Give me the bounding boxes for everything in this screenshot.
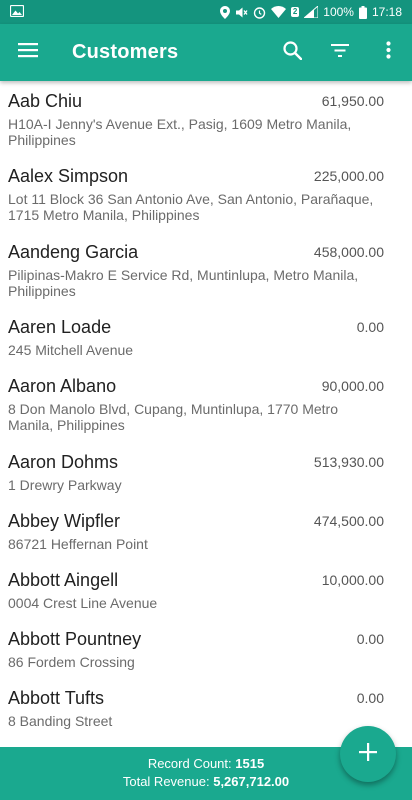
customer-address: 8 Don Manolo Blvd, Cupang, Muntinlupa, 1…: [8, 401, 338, 433]
location-icon: [219, 5, 230, 19]
mute-icon: [235, 6, 248, 19]
customer-amount: 0.00: [356, 631, 384, 647]
customer-amount: 0.00: [356, 690, 384, 706]
customer-address: H10A-I Jenny's Avenue Ext., Pasig, 1609 …: [8, 116, 352, 148]
signal-icon: [304, 6, 319, 18]
customer-name: Abbott Tufts: [8, 688, 105, 708]
menu-icon: [18, 42, 38, 63]
customer-name: Abbott Aingell: [8, 570, 119, 590]
list-item[interactable]: Aalex Simpson 225,000.00 Lot 11 Block 36…: [0, 156, 412, 232]
list-item[interactable]: Aaren Loade 0.00 245 Mitchell Avenue: [0, 307, 412, 366]
app-bar: Customers: [0, 24, 412, 81]
battery-icon: [358, 5, 367, 19]
customer-amount: 10,000.00: [321, 572, 384, 588]
gallery-notification-icon: [9, 4, 25, 20]
list-item[interactable]: Aandeng Garcia 458,000.00 Pilipinas-Makr…: [0, 232, 412, 307]
customer-address: Lot 11 Block 36 San Antonio Ave, San Ant…: [8, 191, 374, 223]
customer-amount: 61,950.00: [321, 93, 384, 109]
list-item[interactable]: Abbott Aingell 10,000.00 0004 Crest Line…: [0, 560, 412, 619]
menu-button[interactable]: [4, 29, 52, 77]
customer-amount: 90,000.00: [321, 378, 384, 394]
customer-list[interactable]: Aab Chiu 61,950.00 H10A-I Jenny's Avenue…: [0, 81, 412, 747]
alarm-icon: [253, 6, 266, 19]
customer-address: 245 Mitchell Avenue: [8, 342, 134, 358]
record-count-label: Record Count:: [147, 756, 232, 771]
overflow-menu-button[interactable]: [364, 29, 412, 77]
customer-address: 1 Drewry Parkway: [8, 477, 122, 493]
list-item[interactable]: Abbey Wipfler 474,500.00 86721 Heffernan…: [0, 501, 412, 560]
customer-address: 0004 Crest Line Avenue: [8, 595, 158, 611]
status-bar: 2 100% 17:18: [0, 0, 412, 24]
page-title: Customers: [72, 41, 179, 63]
sim-badge: 2: [290, 7, 300, 17]
list-item[interactable]: Abbott Pountney 0.00 86 Fordem Crossing: [0, 619, 412, 678]
list-item[interactable]: Abbott Tufts 0.00 8 Banding Street: [0, 678, 412, 737]
customer-name: Aandeng Garcia: [8, 242, 139, 262]
customer-amount: 474,500.00: [313, 513, 384, 529]
customer-amount: 513,930.00: [313, 454, 384, 470]
filter-icon: [331, 43, 349, 62]
customer-name: Aaron Albano: [8, 376, 117, 396]
list-item[interactable]: Aab Chiu 61,950.00 H10A-I Jenny's Avenue…: [0, 81, 412, 156]
customer-amount: 0.00: [356, 319, 384, 335]
customer-address: Pilipinas-Makro E Service Rd, Muntinlupa…: [8, 267, 359, 299]
wifi-icon: [270, 6, 286, 18]
record-count-value: 1515: [235, 756, 265, 771]
filter-button[interactable]: [316, 29, 364, 77]
list-item[interactable]: Aaron Albano 90,000.00 8 Don Manolo Blvd…: [0, 366, 412, 442]
total-revenue-value: 5,267,712.00: [213, 774, 290, 789]
customer-address: 86 Fordem Crossing: [8, 654, 135, 670]
customer-amount: 458,000.00: [313, 244, 384, 260]
customer-address: 8 Banding Street: [8, 713, 113, 729]
plus-icon: [359, 742, 377, 766]
add-customer-button[interactable]: [340, 726, 396, 782]
list-item[interactable]: Aaron Dohms 513,930.00 1 Drewry Parkway: [0, 442, 412, 501]
customer-name: Aab Chiu: [8, 91, 83, 111]
customer-address: 86721 Heffernan Point: [8, 536, 148, 552]
customer-name: Aaron Dohms: [8, 452, 119, 472]
total-revenue-label: Total Revenue:: [122, 774, 210, 789]
customer-amount: 225,000.00: [313, 168, 384, 184]
customer-name: Abbey Wipfler: [8, 511, 121, 531]
more-vert-icon: [385, 41, 391, 64]
customer-name: Abbott Pountney: [8, 629, 142, 649]
search-button[interactable]: [268, 29, 316, 77]
customer-name: Aalex Simpson: [8, 166, 129, 186]
customer-name: Aaren Loade: [8, 317, 112, 337]
clock: 17:18: [371, 5, 402, 19]
battery-percent: 100%: [323, 5, 354, 19]
search-icon: [282, 40, 302, 65]
